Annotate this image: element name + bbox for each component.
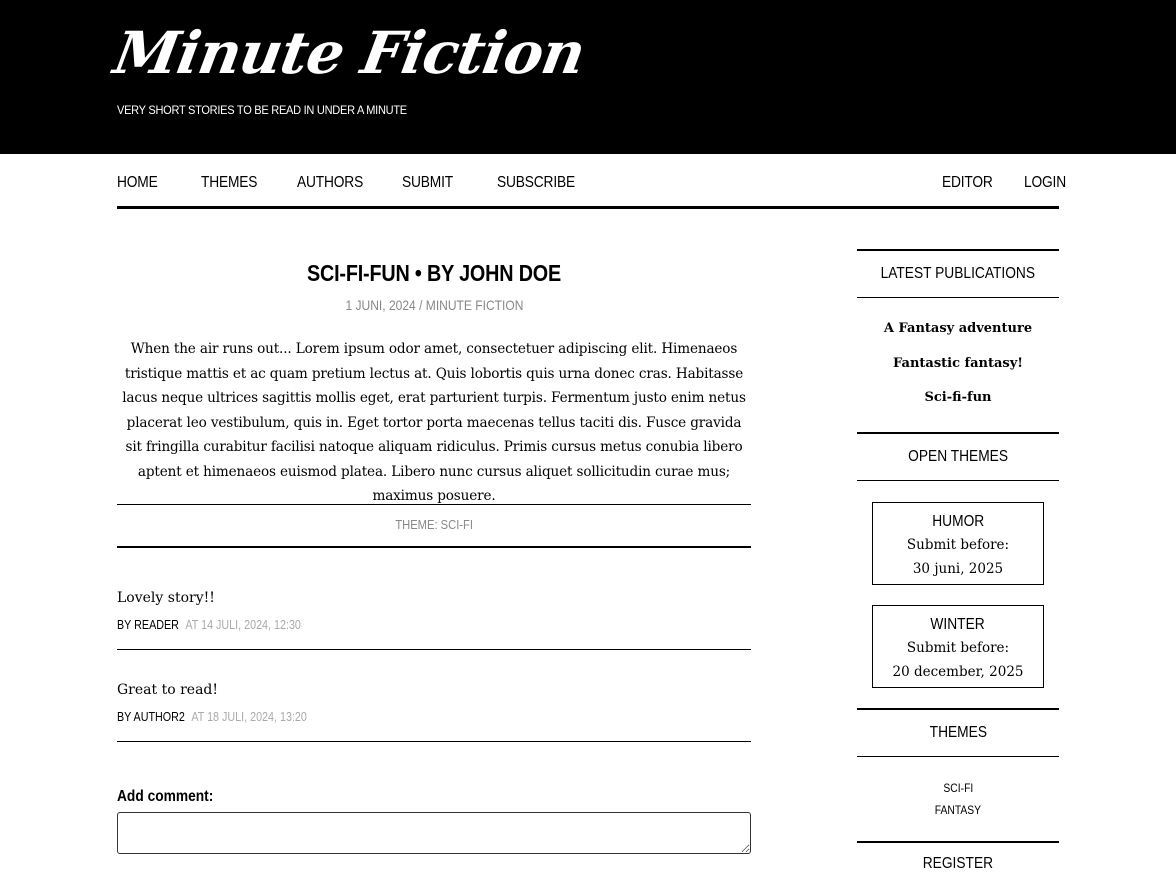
open-theme-name: HUMOR — [873, 513, 1043, 531]
post-meta: 1 JUNI, 2024 / MINUTE FICTION — [117, 297, 751, 313]
nav-authors[interactable]: AUTHORS — [297, 174, 363, 192]
register-title[interactable]: REGISTER — [923, 841, 993, 887]
latest-publications-heading: LATEST PUBLICATIONS — [857, 249, 1059, 298]
themes-heading: THEMES — [857, 708, 1059, 757]
comment-byline: BY AUTHOR2 AT 18 JULI, 2024, 13:20 — [117, 710, 307, 724]
post-theme-link[interactable]: THEME: SCI-FI — [395, 505, 473, 545]
nav-themes[interactable]: THEMES — [201, 174, 257, 192]
theme-link-text: SCI-FI — [943, 781, 973, 795]
site-header: Minute Fiction VERY SHORT STORIES TO BE … — [0, 0, 1176, 154]
publication-link[interactable]: A Fantasy adventure — [857, 321, 1059, 336]
theme-link-text: FANTASY — [934, 803, 982, 817]
site-tagline: VERY SHORT STORIES TO BE READ IN UNDER A… — [117, 103, 407, 117]
open-theme-card[interactable]: WINTER Submit before: 20 december, 2025 — [872, 605, 1044, 688]
register-heading: REGISTER — [857, 841, 1059, 890]
post-meta-text: 1 JUNI, 2024 / MINUTE FICTION — [345, 297, 523, 313]
open-theme-name-text: WINTER — [930, 616, 986, 633]
open-theme-deadline-date: 20 december, 2025 — [892, 664, 1024, 680]
comment-text: Great to read! — [117, 682, 219, 698]
latest-publications-title: LATEST PUBLICATIONS — [880, 265, 1036, 282]
comment: Great to read! BY AUTHOR2 AT 18 JULI, 20… — [117, 682, 751, 742]
open-themes-heading: OPEN THEMES — [857, 432, 1059, 481]
post-title: SCI-FI-FUN • BY JOHN DOE — [306, 260, 562, 286]
post-theme: THEME: SCI-FI — [117, 504, 751, 548]
comment: Lovely story!! BY READER AT 14 JULI, 202… — [117, 590, 751, 650]
post-body: When the air runs out... Lorem ipsum odo… — [122, 341, 746, 504]
comment-date: AT 18 JULI, 2024, 13:20 — [191, 710, 307, 724]
publication-link[interactable]: Fantastic fantasy! — [857, 356, 1059, 371]
main-nav: HOME THEMES AUTHORS SUBMIT SUBSCRIBE EDI… — [117, 154, 1066, 209]
open-theme-card[interactable]: HUMOR Submit before: 30 juni, 2025 — [872, 502, 1044, 585]
comment-author: BY READER — [117, 618, 179, 632]
open-theme-deadline-label: Submit before: — [906, 640, 1010, 656]
open-theme-name: WINTER — [873, 616, 1043, 634]
theme-link[interactable]: FANTASY — [857, 803, 1059, 817]
open-theme-deadline-date: 30 juni, 2025 — [912, 561, 1004, 577]
comment-input[interactable] — [117, 812, 751, 854]
comment-date: AT 14 JULI, 2024, 12:30 — [185, 618, 301, 632]
themes-title: THEMES — [929, 724, 987, 741]
comment-byline: BY READER AT 14 JULI, 2024, 12:30 — [117, 618, 301, 632]
add-comment-label: Add comment: — [117, 788, 214, 805]
nav-login[interactable]: LOGIN — [1024, 174, 1066, 192]
open-themes-title: OPEN THEMES — [908, 448, 1008, 465]
publication-link[interactable]: Sci-fi-fun — [857, 390, 1059, 405]
theme-link[interactable]: SCI-FI — [857, 781, 1059, 795]
nav-home[interactable]: HOME — [117, 174, 158, 192]
open-theme-name-text: HUMOR — [932, 513, 984, 530]
comment-author: BY AUTHOR2 — [117, 710, 185, 724]
nav-subscribe[interactable]: SUBSCRIBE — [497, 174, 575, 192]
nav-submit[interactable]: SUBMIT — [402, 174, 453, 192]
nav-editor[interactable]: EDITOR — [942, 174, 993, 192]
open-theme-deadline-label: Submit before: — [906, 537, 1010, 553]
site-logo[interactable]: Minute Fiction — [109, 19, 590, 87]
comment-text: Lovely story!! — [117, 590, 215, 606]
